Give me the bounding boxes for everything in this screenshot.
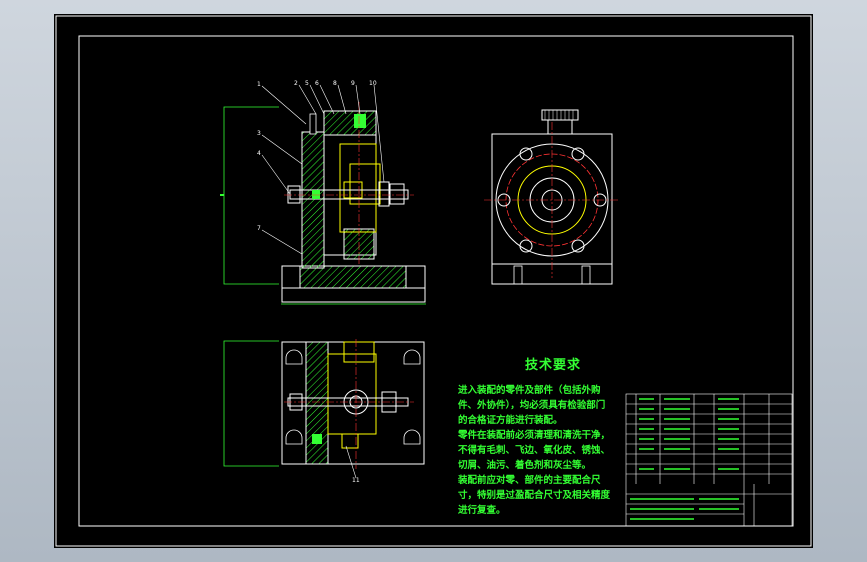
requirement-line: 切屑、油污、着色剂和灰尘等。 [458,460,592,471]
front-section-view [220,84,426,305]
requirement-line: 进行复查。 [458,505,506,516]
requirement-line: 的合格证方能进行装配。 [458,415,563,426]
callout-11: 11 [352,477,360,484]
requirement-line: 零件在装配前必须清理和清洗干净， [458,430,611,441]
top-view [223,339,425,479]
requirement-line: 不得有毛刺、飞边、氧化皮、锈蚀、 [458,445,611,456]
side-view [484,109,620,285]
callout-10: 10 [369,80,377,87]
callout-7: 7 [257,225,261,232]
technical-requirements-title: 技术要求 [524,358,581,373]
callout-4: 4 [257,150,261,157]
technical-requirements: 技术要求 进入装配的零件及部件（包括外购 件、外协件），均必须具有检验部门 的合… [458,354,648,518]
cad-drawing [55,15,812,547]
callout-1: 1 [257,81,261,88]
callout-6: 6 [315,80,319,87]
inner-frame [78,35,794,527]
callout-2: 2 [294,80,298,87]
requirement-line: 寸，特别是过盈配合尺寸及相关精度 [458,490,611,501]
outer-frame [55,15,812,547]
callout-3: 3 [257,130,261,137]
requirement-line: 进入装配的零件及部件（包括外购 [458,385,601,396]
callout-5: 5 [305,80,309,87]
requirement-line: 装配前应对零、部件的主要配合尺 [458,475,601,486]
callout-9: 9 [351,80,355,87]
requirement-line: 件、外协件），均必须具有检验部门 [458,400,606,411]
title-block [625,393,793,527]
drawing-sheet: 技术要求 进入装配的零件及部件（包括外购 件、外协件），均必须具有检验部门 的合… [54,14,813,548]
callout-8: 8 [333,80,337,87]
